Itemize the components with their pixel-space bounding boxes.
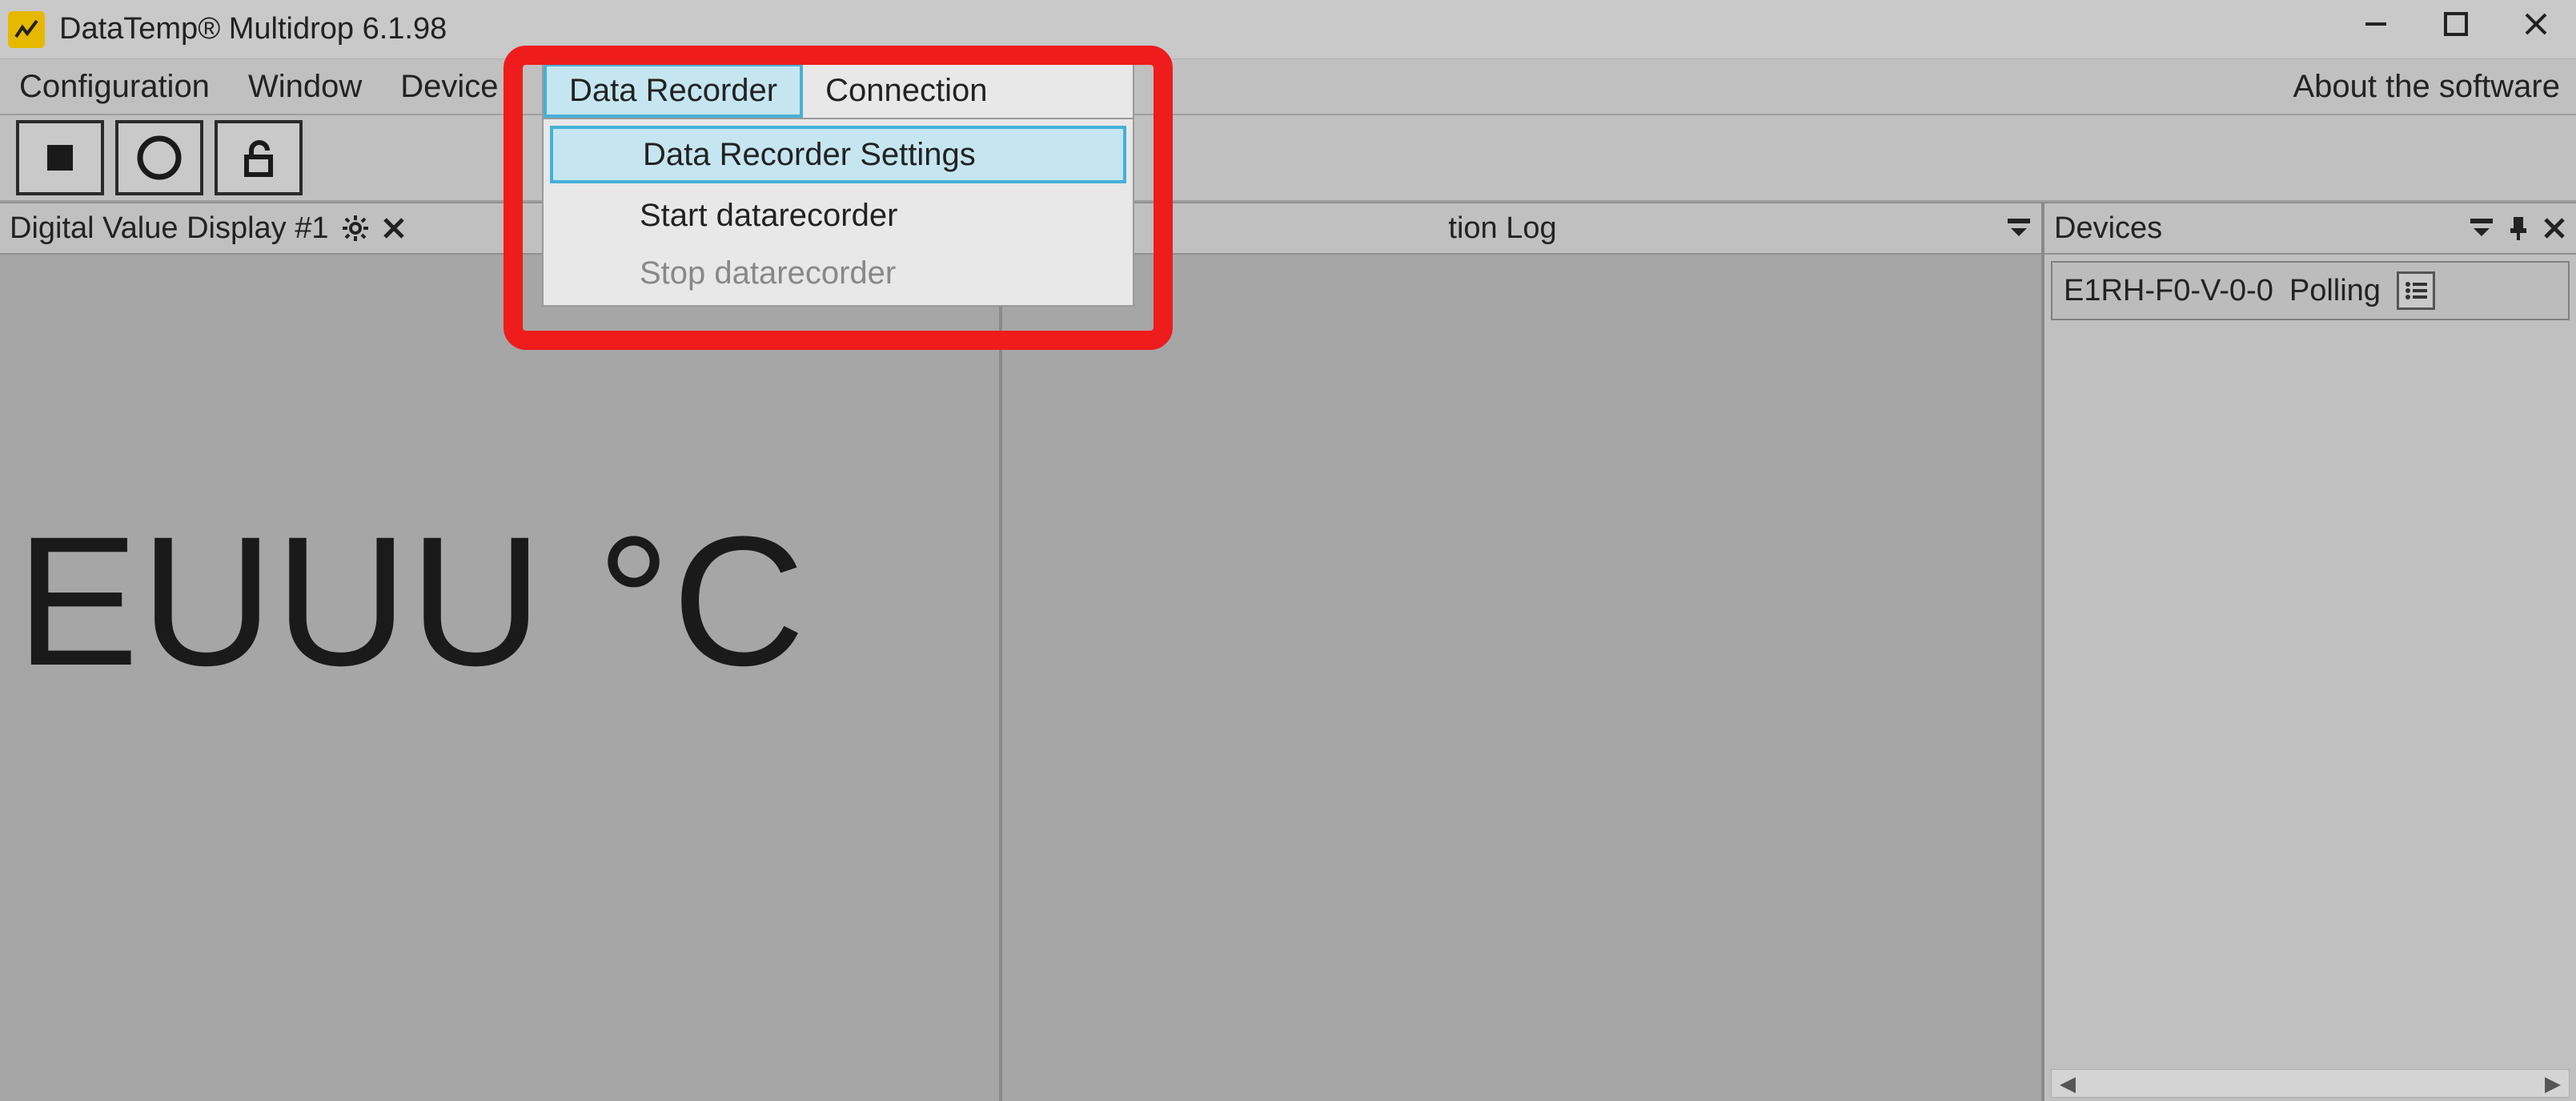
devices-panel-title: Devices bbox=[2054, 211, 2162, 246]
device-row[interactable]: E1RH-F0-V-0-0 Polling bbox=[2051, 261, 2570, 320]
dropdown-header: Data Recorder Connection bbox=[544, 63, 1133, 119]
toolbar bbox=[0, 115, 2576, 202]
menu-connection[interactable]: Connection bbox=[803, 63, 1009, 118]
scroll-right-icon[interactable]: ▶ bbox=[2537, 1070, 2569, 1097]
menu-data-recorder[interactable]: Data Recorder bbox=[544, 63, 803, 118]
horizontal-scrollbar[interactable]: ◀ ▶ bbox=[2051, 1069, 2570, 1098]
panel-menu-icon[interactable] bbox=[2006, 217, 2032, 239]
digital-value-panel: Digital Value Display #1 EUUU °C bbox=[0, 202, 1002, 1101]
data-recorder-menu: Data Recorder Connection Data Recorder S… bbox=[542, 62, 1134, 307]
menu-window[interactable]: Window bbox=[229, 59, 381, 114]
log-panel-title-suffix: tion Log bbox=[1448, 211, 1556, 246]
main-area: Digital Value Display #1 EUUU °C tion Lo… bbox=[0, 202, 2576, 1101]
digital-value-panel-title: Digital Value Display #1 bbox=[10, 211, 329, 246]
log-panel: tion Log bbox=[1002, 202, 2044, 1101]
gear-icon[interactable] bbox=[342, 215, 369, 242]
close-button[interactable] bbox=[2496, 0, 2576, 48]
devices-panel: Devices E1RH-F0-V-0-0 Polling bbox=[2044, 202, 2576, 1101]
panel-close-icon[interactable] bbox=[382, 216, 406, 240]
menu-device[interactable]: Device bbox=[381, 59, 517, 114]
lock-button[interactable] bbox=[215, 120, 303, 195]
menu-item-data-recorder-settings[interactable]: Data Recorder Settings bbox=[550, 126, 1126, 183]
log-panel-header: tion Log bbox=[1002, 202, 2041, 255]
log-body bbox=[1002, 255, 2041, 1101]
device-name: E1RH-F0-V-0-0 bbox=[2064, 274, 2273, 308]
digital-value-body: EUUU °C bbox=[0, 255, 999, 1101]
scroll-left-icon[interactable]: ◀ bbox=[2052, 1070, 2084, 1097]
devices-menu-icon[interactable] bbox=[2469, 217, 2494, 239]
menu-item-start-datarecorder[interactable]: Start datarecorder bbox=[544, 187, 1133, 244]
device-status: Polling bbox=[2289, 274, 2381, 308]
record-button[interactable] bbox=[115, 120, 203, 195]
menu-item-stop-datarecorder[interactable]: Stop datarecorder bbox=[544, 244, 1133, 302]
menu-about[interactable]: About the software bbox=[2277, 59, 2576, 114]
window-title: DataTemp® Multidrop 6.1.98 bbox=[59, 12, 447, 46]
app-icon bbox=[8, 11, 45, 48]
devices-close-icon[interactable] bbox=[2542, 216, 2566, 240]
devices-body: E1RH-F0-V-0-0 Polling ◀ ▶ bbox=[2044, 255, 2576, 1101]
maximize-button[interactable] bbox=[2416, 0, 2496, 48]
list-icon[interactable] bbox=[2397, 271, 2435, 310]
devices-panel-header: Devices bbox=[2044, 202, 2576, 255]
titlebar: DataTemp® Multidrop 6.1.98 bbox=[0, 0, 2576, 59]
stop-button[interactable] bbox=[16, 120, 104, 195]
minimize-button[interactable] bbox=[2336, 0, 2416, 48]
window-controls bbox=[2336, 0, 2576, 48]
menubar: Configuration Window Device About the so… bbox=[0, 59, 2576, 115]
menu-configuration[interactable]: Configuration bbox=[0, 59, 229, 114]
pin-icon[interactable] bbox=[2507, 215, 2530, 241]
temperature-reading: EUUU °C bbox=[16, 495, 807, 707]
